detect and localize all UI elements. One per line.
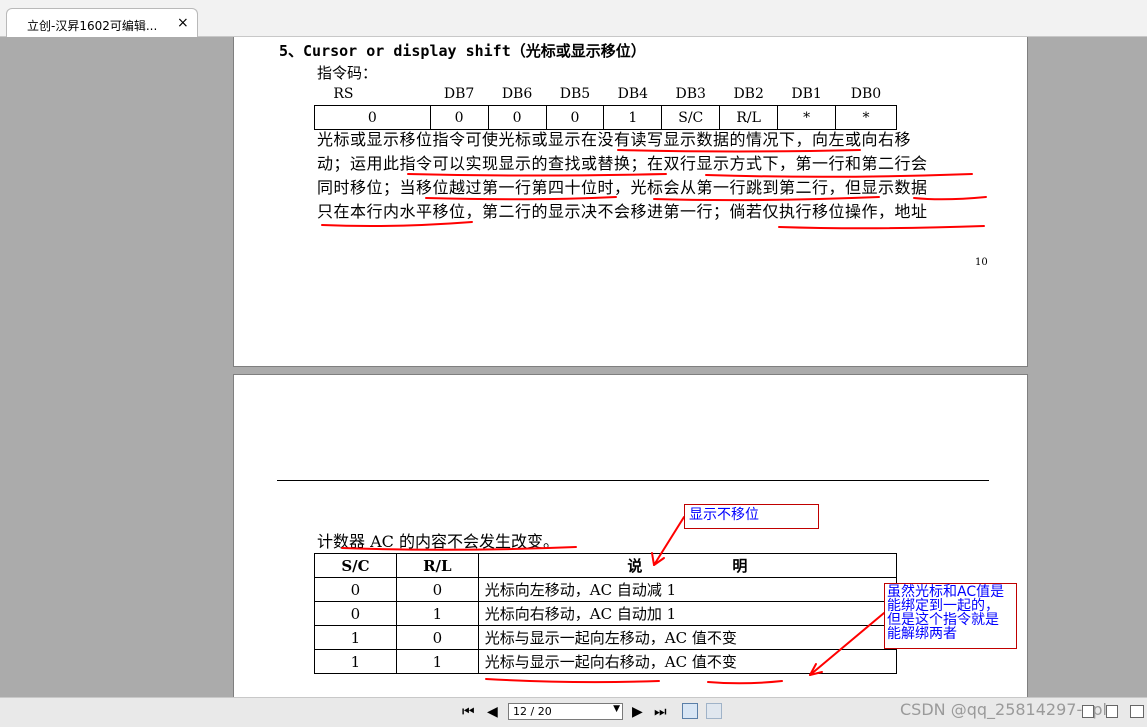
underline-mark <box>341 546 577 551</box>
bottom-nav-bar: ⏮ ◀ 12 / 20 ▼ ▶ ⏭ CSDN @qq_25814297-npl <box>0 697 1147 727</box>
underline-mark <box>617 149 861 153</box>
annotation-box-2[interactable]: 虽然光标和AC值是 能绑定到一起的， 但是这个指令就是 能解绑两者 <box>884 583 1017 649</box>
underline-mark <box>707 680 783 685</box>
underline-mark <box>778 225 985 230</box>
document-tab[interactable]: 立创-汉昇1602可编辑... × <box>6 8 198 37</box>
document-viewer[interactable]: 5、Cursor or display shift（光标或显示移位） 指令码： … <box>0 37 1147 697</box>
first-page-icon[interactable]: ⏮ <box>462 704 475 720</box>
two-page-view-icon[interactable] <box>1130 705 1144 718</box>
page-number-field[interactable]: 12 / 20 ▼ <box>508 703 623 720</box>
underline-mark <box>913 196 987 201</box>
fit-page-icon[interactable] <box>682 703 698 719</box>
arrow-line <box>809 612 885 676</box>
annotation-box-1[interactable]: 显示不移位 <box>684 504 819 529</box>
close-tab-icon[interactable]: × <box>177 15 189 31</box>
underline-mark <box>321 221 473 227</box>
single-page-view-icon[interactable] <box>1082 705 1094 718</box>
red-underline-marks <box>321 149 987 230</box>
arrow-line <box>653 516 685 566</box>
page-number: 10 <box>975 257 988 268</box>
annotation-line: 能解绑两者 <box>887 626 957 642</box>
page-number-value: 12 / 20 <box>513 705 552 718</box>
underline-mark <box>653 196 880 202</box>
annotation-line: 能绑定到一起的， <box>887 598 999 614</box>
next-page-icon[interactable]: ▶ <box>632 704 643 720</box>
chevron-down-icon[interactable]: ▼ <box>613 704 620 714</box>
continuous-view-icon[interactable] <box>1106 705 1118 718</box>
tab-bar: 立创-汉昇1602可编辑... × <box>0 0 1147 37</box>
underline-mark <box>705 173 973 178</box>
underline-mark <box>485 678 660 684</box>
underline-mark <box>407 173 667 177</box>
last-page-icon[interactable]: ⏭ <box>654 704 667 720</box>
underline-mark <box>425 196 617 201</box>
csdn-watermark: CSDN @qq_25814297-npl <box>900 700 1107 719</box>
pdf-page-11: 计数器 AC 的内容不会发生改变。 S/C R/L 说 明 0 0 光标向左移动… <box>233 374 1028 697</box>
fit-width-icon[interactable] <box>706 703 722 719</box>
annotation-line: 虽然光标和AC值是 <box>887 584 1005 600</box>
previous-page-icon[interactable]: ◀ <box>487 704 498 720</box>
pdf-page-10: 5、Cursor or display shift（光标或显示移位） 指令码： … <box>233 37 1028 367</box>
document-tab-title: 立创-汉昇1602可编辑... <box>27 19 158 33</box>
annotation-line: 但是这个指令就是 <box>887 612 999 628</box>
